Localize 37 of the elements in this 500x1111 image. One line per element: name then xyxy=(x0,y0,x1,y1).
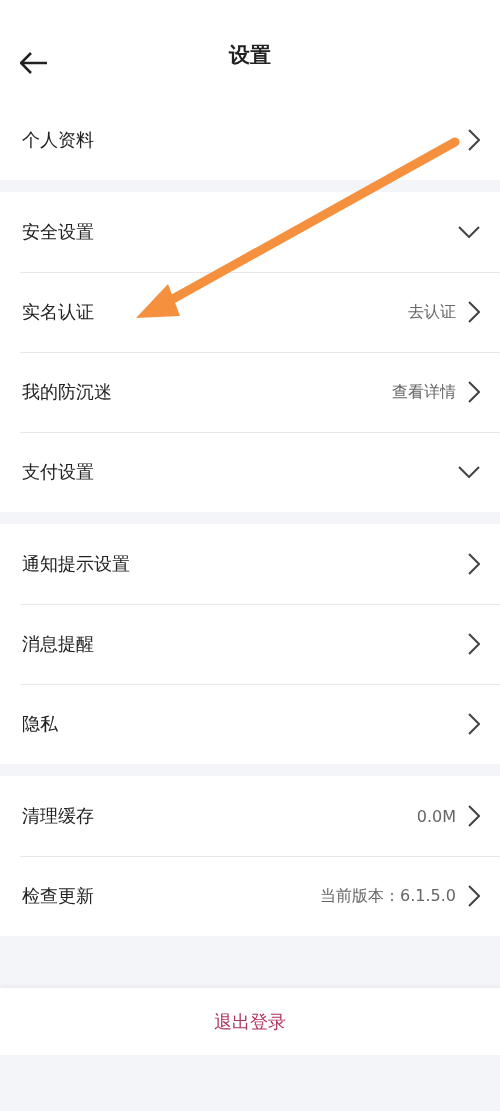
chevron-right-icon[interactable] xyxy=(468,713,480,735)
chevron-right-icon[interactable] xyxy=(468,885,480,907)
settings-row[interactable]: 支付设置 xyxy=(0,432,500,512)
settings-row[interactable]: 隐私 xyxy=(0,684,500,764)
row-label: 实名认证 xyxy=(22,300,95,324)
logout-button[interactable]: 退出登录 xyxy=(206,1005,294,1038)
row-label: 清理缓存 xyxy=(22,804,95,828)
row-label: 检查更新 xyxy=(22,884,95,908)
row-label: 支付设置 xyxy=(22,460,95,484)
chevron-right-icon[interactable] xyxy=(468,553,480,575)
chevron-right-icon[interactable] xyxy=(468,301,480,323)
chevron-right-icon[interactable] xyxy=(468,805,480,827)
row-label: 通知提示设置 xyxy=(22,552,131,576)
chevron-right-icon[interactable] xyxy=(468,129,480,151)
settings-row[interactable]: 清理缓存 0.0M xyxy=(0,776,500,856)
settings-row[interactable]: 消息提醒 xyxy=(0,604,500,684)
settings-row[interactable]: 实名认证 去认证 xyxy=(0,272,500,352)
settings-row[interactable]: 通知提示设置 xyxy=(0,524,500,604)
row-label: 我的防沉迷 xyxy=(22,380,113,404)
row-value: 查看详情 xyxy=(392,381,456,403)
back-arrow-icon[interactable] xyxy=(20,52,48,74)
settings-row[interactable]: 安全设置 xyxy=(0,192,500,272)
settings-row[interactable]: 我的防沉迷 查看详情 xyxy=(0,352,500,432)
chevron-right-icon[interactable] xyxy=(468,633,480,655)
settings-row[interactable]: 个人资料 xyxy=(0,100,500,180)
chevron-right-icon[interactable] xyxy=(468,381,480,403)
row-value: 0.0M xyxy=(416,806,456,826)
row-value: 当前版本：6.1.5.0 xyxy=(320,885,456,907)
row-label: 消息提醒 xyxy=(22,632,95,656)
row-value: 去认证 xyxy=(408,301,456,323)
page-title: 设置 xyxy=(229,42,271,69)
chevron-down-icon[interactable] xyxy=(458,226,480,238)
row-label: 个人资料 xyxy=(22,128,95,152)
row-label: 安全设置 xyxy=(22,220,95,244)
settings-row[interactable]: 检查更新 当前版本：6.1.5.0 xyxy=(0,856,500,936)
chevron-down-icon[interactable] xyxy=(458,466,480,478)
row-label: 隐私 xyxy=(22,712,59,736)
